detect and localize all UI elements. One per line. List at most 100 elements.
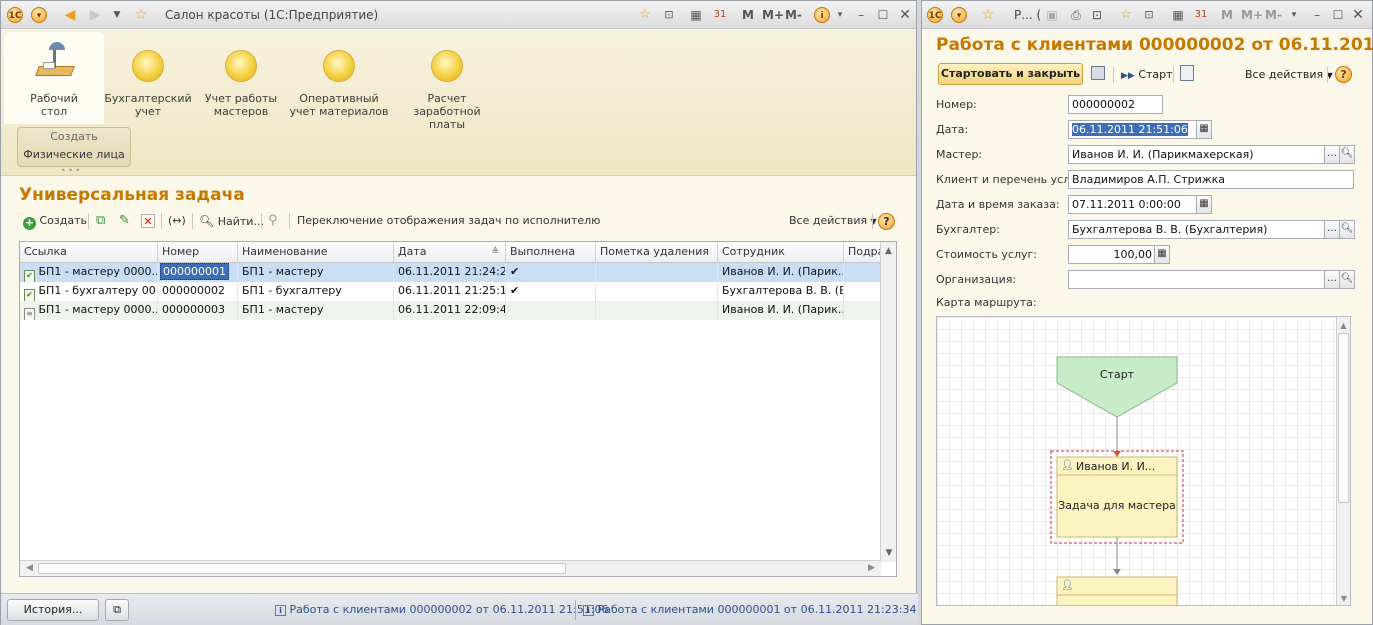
add-favorite-icon[interactable]: ☆ <box>1118 7 1134 23</box>
1c-logo-icon[interactable]: 1С <box>7 7 23 23</box>
memory-mminus-button[interactable]: M- <box>1265 8 1282 22</box>
calculator-icon[interactable]: ▦ <box>688 7 704 23</box>
save-icon[interactable]: ▣ <box>1044 7 1060 23</box>
row-deletion-cell[interactable] <box>596 282 718 301</box>
row-done-cell[interactable]: ✔ <box>506 282 596 301</box>
row-name-cell[interactable]: БП1 - бухгалтеру <box>238 282 394 301</box>
add-favorite-icon[interactable]: ☆ <box>637 7 653 23</box>
col-header-done[interactable]: Выполнена <box>506 242 596 263</box>
master-field[interactable]: Иванов И. И. (Парикмахерская) <box>1068 145 1326 164</box>
clipboard-icon[interactable] <box>1180 65 1194 81</box>
row-deletion-cell[interactable] <box>596 301 718 320</box>
calculator-icon[interactable]: ▦ <box>1170 7 1186 23</box>
col-header-date[interactable]: Дата ≜ <box>394 242 506 263</box>
notice-1[interactable]: i Работа с клиентами 000000002 от 06.11.… <box>275 603 608 616</box>
col-header-deletion[interactable]: Пометка удаления <box>596 242 718 263</box>
scroll-thumb[interactable] <box>1338 333 1349 503</box>
row-employee-cell[interactable]: Иванов И. И. (Парик... <box>718 263 844 282</box>
find-button[interactable]: 🔍︎ Найти... <box>199 214 264 229</box>
row-date-cell[interactable]: 06.11.2011 21:25:16 <box>394 282 506 301</box>
col-header-department[interactable]: Подраз <box>844 242 882 263</box>
scroll-down-icon[interactable]: ▼ <box>881 548 897 558</box>
master-select-icon[interactable]: … <box>1324 145 1340 164</box>
row-employee-cell[interactable]: Бухгалтерова В. В. (Б... <box>718 282 844 301</box>
row-link-cell[interactable]: ≡ БП1 - мастеру 0000... <box>20 301 158 320</box>
close-icon[interactable]: ✕ <box>897 7 913 23</box>
section-desktop[interactable]: Рабочий стол <box>4 32 104 124</box>
section-materials[interactable]: Оперативный учет материалов <box>289 32 389 124</box>
section-payroll[interactable]: Расчет заработной платы <box>397 32 497 131</box>
table-row[interactable]: ✔ БП1 - мастеру 0000... 000000001 БП1 - … <box>20 263 881 282</box>
windows-switch-icon[interactable]: ⧉ <box>105 599 129 621</box>
row-name-cell[interactable]: БП1 - мастеру <box>238 301 394 320</box>
row-link-cell[interactable]: ✔ БП1 - мастеру 0000... <box>20 263 158 282</box>
organization-select-icon[interactable]: … <box>1324 270 1340 289</box>
route-map-canvas[interactable]: Старт 👤︎ Иванов И. И... Задача для масте… <box>936 316 1351 606</box>
info-dropdown-icon[interactable]: ▾ <box>832 7 848 23</box>
help-icon[interactable]: ? <box>1335 66 1352 83</box>
row-number-cell[interactable]: 000000003 <box>158 301 238 320</box>
bookmark-icon[interactable]: ⊡ <box>661 7 677 23</box>
info-icon[interactable]: i <box>814 7 830 23</box>
row-link-cell[interactable]: ✔ БП1 - бухгалтеру 00... <box>20 282 158 301</box>
row-name-cell[interactable]: БП1 - мастеру <box>238 263 394 282</box>
scroll-up-icon[interactable]: ▲ <box>1337 321 1350 330</box>
bookmark-icon[interactable]: ⊡ <box>1141 7 1157 23</box>
col-header-number[interactable]: Номер <box>158 242 238 263</box>
edit-pencil-icon[interactable]: ✎ <box>119 214 130 228</box>
all-actions-menu[interactable]: Все действия ▼ <box>1245 68 1333 81</box>
col-header-name[interactable]: Наименование <box>238 242 394 263</box>
table-row[interactable]: ✔ БП1 - бухгалтеру 00... 000000002 БП1 -… <box>20 282 881 301</box>
organization-field[interactable] <box>1068 270 1326 289</box>
accountant-field[interactable]: Бухгалтерова В. В. (Бухгалтерия) <box>1068 220 1326 239</box>
favorites-star-icon[interactable]: ☆ <box>980 7 996 23</box>
scroll-thumb[interactable] <box>38 563 566 574</box>
row-number-cell[interactable]: 000000001 <box>158 263 238 282</box>
master-open-icon[interactable]: 🔍︎ <box>1339 145 1355 164</box>
number-field[interactable]: 000000002 <box>1068 95 1163 114</box>
date-field[interactable]: 06.11.2011 21:51:06 <box>1068 120 1198 139</box>
memory-mplus-button[interactable]: M+ <box>1241 8 1263 22</box>
section-masters[interactable]: Учет работы мастеров <box>191 32 291 124</box>
preview-icon[interactable]: ⊡ <box>1089 7 1105 23</box>
splitter-dots[interactable]: • • • <box>61 166 80 175</box>
scroll-right-icon[interactable]: ▶ <box>868 563 875 573</box>
maximize-icon[interactable]: ☐ <box>1330 7 1346 23</box>
memory-m-button[interactable]: M <box>742 8 754 22</box>
start-button[interactable]: ▶▶ Старт <box>1121 68 1173 81</box>
print-icon[interactable]: ⎙ <box>1068 7 1084 23</box>
date-calendar-icon[interactable]: ▦ <box>1196 120 1212 139</box>
history-button[interactable]: История... <box>7 599 99 621</box>
organization-open-icon[interactable]: 🔍︎ <box>1339 270 1355 289</box>
client-field[interactable]: Владимиров А.П. Стрижка <box>1068 170 1354 189</box>
section-accounting[interactable]: Бухгалтерский учет <box>98 32 198 124</box>
notice-2[interactable]: i Работа с клиентами 000000001 от 06.11.… <box>583 603 916 616</box>
cost-field[interactable]: 100,00 <box>1068 245 1156 264</box>
1c-logo-icon[interactable]: 1С <box>927 7 943 23</box>
table-row[interactable]: ≡ БП1 - мастеру 0000... 000000003 БП1 - … <box>20 301 881 320</box>
accountant-open-icon[interactable]: 🔍︎ <box>1339 220 1355 239</box>
copy-icon[interactable]: ⧉ <box>96 214 105 228</box>
calendar-icon[interactable]: 31 <box>712 7 728 23</box>
scroll-down-icon[interactable]: ▼ <box>1337 594 1350 603</box>
minimize-icon[interactable]: – <box>853 7 869 23</box>
back-arrow-icon[interactable]: ◀ <box>62 7 78 23</box>
cost-calculator-icon[interactable]: ▦ <box>1154 245 1170 264</box>
history-dropdown-icon[interactable]: ▼ <box>109 7 125 23</box>
scroll-left-icon[interactable]: ◀ <box>26 563 33 573</box>
accountant-select-icon[interactable]: … <box>1324 220 1340 239</box>
maximize-icon[interactable]: ☐ <box>875 7 891 23</box>
favorites-star-icon[interactable]: ☆ <box>133 7 149 23</box>
cancel-search-icon[interactable]: ⚲ <box>268 214 278 228</box>
titlebar-dropdown-icon[interactable]: ▾ <box>1286 7 1302 23</box>
forward-arrow-icon[interactable]: ▶ <box>87 7 103 23</box>
memory-mminus-button[interactable]: M- <box>785 8 802 22</box>
minimize-icon[interactable]: – <box>1309 7 1325 23</box>
row-done-cell[interactable]: ✔ <box>506 263 596 282</box>
order-date-field[interactable]: 07.11.2011 0:00:00 <box>1068 195 1198 214</box>
map-vertical-scrollbar[interactable]: ▲ ▼ <box>1336 317 1350 605</box>
row-department-cell[interactable] <box>844 282 881 301</box>
main-menu-icon[interactable]: ▾ <box>31 7 47 23</box>
row-done-cell[interactable] <box>506 301 596 320</box>
table-vertical-scrollbar[interactable]: ▲ ▼ <box>880 242 896 562</box>
